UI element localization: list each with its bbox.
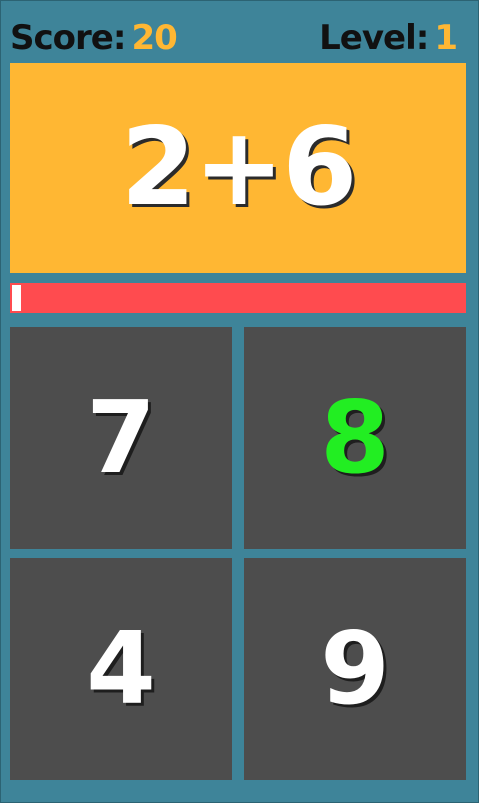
- question-panel: 2+6: [10, 63, 466, 273]
- score-value: 20: [131, 18, 177, 58]
- score-label: Score:: [10, 18, 126, 58]
- answer-button-1[interactable]: 7: [10, 327, 232, 549]
- answer-label: 4: [86, 610, 156, 727]
- answer-button-3[interactable]: 4: [10, 558, 232, 780]
- question-text: 2+6: [120, 105, 358, 230]
- timer-bar: [10, 283, 466, 313]
- answer-button-4[interactable]: 9: [244, 558, 466, 780]
- answer-button-2[interactable]: 8: [244, 327, 466, 549]
- level-value: 1: [434, 18, 458, 58]
- level-display: Level: 1: [319, 18, 458, 58]
- answer-label: 9: [320, 610, 390, 727]
- answer-label: 7: [86, 379, 156, 496]
- answer-label: 8: [320, 379, 390, 496]
- level-label: Level:: [319, 18, 429, 58]
- score-display: Score: 20: [10, 18, 178, 58]
- timer-fill: [12, 285, 21, 311]
